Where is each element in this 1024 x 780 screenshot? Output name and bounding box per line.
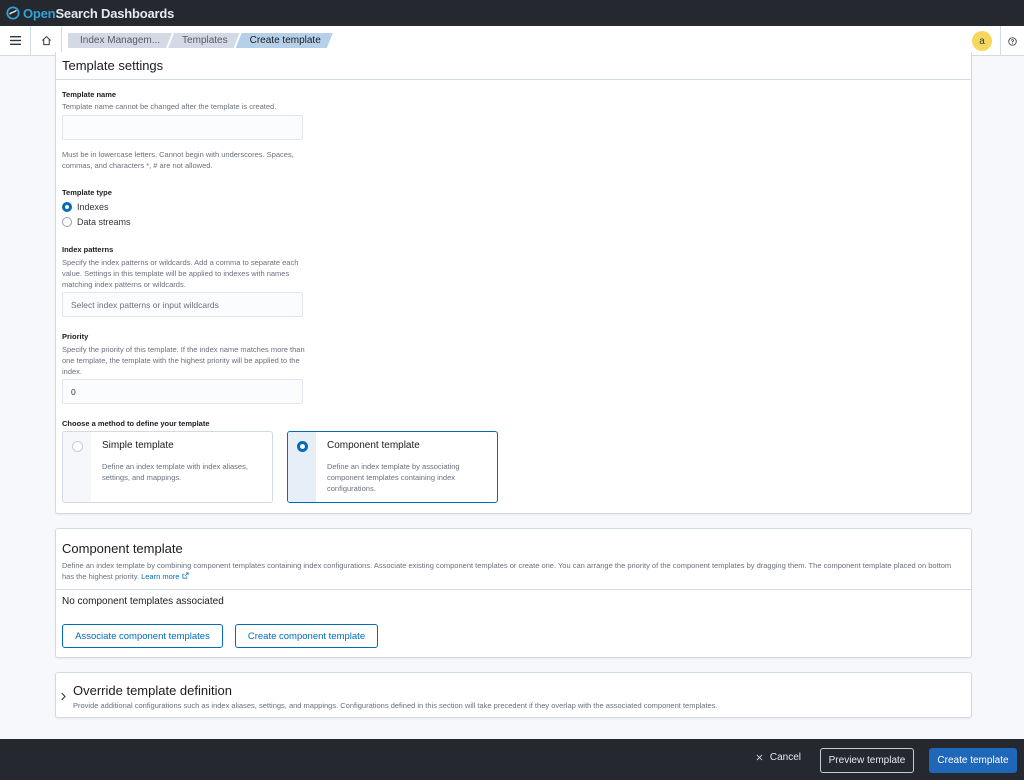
header-actions: a	[972, 26, 1024, 56]
app-title[interactable]: OpenSearch Dashboards	[23, 6, 174, 21]
breadcrumb-create-template: Create template	[236, 33, 333, 48]
divider	[56, 79, 971, 80]
template-name-input[interactable]	[62, 115, 303, 140]
opensearch-logo-icon	[6, 6, 20, 20]
menu-button[interactable]	[0, 26, 30, 56]
bottom-action-bar: Cancel Preview template Create template	[0, 739, 1024, 780]
close-icon	[756, 754, 763, 761]
top-header: OpenSearch Dashboards	[0, 0, 1024, 26]
component-template-desc-text: Define an index template by combining co…	[62, 561, 952, 581]
breadcrumb: Index Managem... Templates Create templa…	[68, 26, 329, 56]
component-template-card-desc: Define an index template by associating …	[327, 462, 460, 493]
component-template-card[interactable]: Component template Define an index templ…	[287, 431, 498, 503]
external-link-icon	[182, 572, 189, 579]
brand-rest: Search Dashboards	[55, 5, 175, 21]
radio-unselected-icon	[62, 217, 72, 227]
empty-state-text: No component templates associated	[62, 596, 224, 607]
method-label: Choose a method to define your template	[62, 419, 210, 428]
template-name-rules: Must be in lowercase letters. Cannot beg…	[62, 150, 294, 170]
index-patterns-help: Specify the index patterns or wildcards.…	[62, 258, 299, 289]
radio-data-streams[interactable]: Data streams	[62, 217, 131, 227]
template-name-label: Template name	[62, 90, 117, 99]
simple-template-card[interactable]: Simple template Define an index template…	[62, 431, 273, 503]
preview-template-button[interactable]: Preview template	[820, 748, 914, 773]
template-settings-panel: Template settings Template name Template…	[55, 52, 972, 514]
breadcrumb-index-management[interactable]: Index Managem...	[68, 33, 172, 48]
component-template-card-title: Component template	[327, 440, 420, 451]
associate-component-templates-button[interactable]: Associate component templates	[62, 624, 223, 648]
divider	[61, 25, 62, 56]
template-type-label: Template type	[62, 188, 112, 197]
index-patterns-label: Index patterns	[62, 245, 114, 254]
home-button[interactable]	[31, 26, 61, 56]
create-component-template-button[interactable]: Create component template	[235, 624, 378, 648]
radio-selected-icon	[297, 441, 308, 452]
chevron-right-icon[interactable]	[60, 692, 67, 701]
cancel-button[interactable]: Cancel	[756, 752, 801, 763]
priority-help: Specify the priority of this template. I…	[62, 345, 305, 376]
radio-data-streams-label: Data streams	[77, 217, 131, 227]
component-template-panel: Component template Define an index templ…	[55, 528, 972, 658]
learn-more-label: Learn more	[141, 572, 180, 581]
override-title: Override template definition	[73, 683, 232, 698]
index-patterns-input[interactable]: Select index patterns or input wildcards	[62, 292, 303, 317]
simple-template-desc: Define an index template with index alia…	[102, 462, 248, 482]
template-settings-title: Template settings	[62, 58, 164, 73]
component-template-title: Component template	[62, 541, 183, 556]
radio-indexes-label: Indexes	[77, 202, 109, 212]
priority-label: Priority	[62, 332, 89, 341]
breadcrumb-templates[interactable]: Templates	[168, 33, 240, 48]
help-button[interactable]	[1000, 26, 1024, 56]
cancel-label: Cancel	[769, 752, 801, 763]
override-panel[interactable]: Override template definition Provide add…	[55, 672, 972, 718]
help-icon	[1008, 36, 1017, 46]
hamburger-icon	[9, 36, 21, 45]
radio-selected-icon	[62, 202, 72, 212]
home-icon	[41, 35, 51, 46]
radio-indexes[interactable]: Indexes	[62, 202, 109, 212]
avatar[interactable]: a	[972, 31, 992, 51]
simple-template-title: Simple template	[102, 440, 174, 451]
learn-more-link[interactable]: Learn more	[141, 572, 189, 581]
brand-open: Open	[23, 5, 56, 21]
override-desc: Provide additional configurations such a…	[73, 701, 718, 710]
component-template-desc: Define an index template by combining co…	[62, 560, 962, 582]
radio-unselected-icon	[72, 441, 83, 452]
divider	[56, 589, 971, 590]
priority-input[interactable]: 0	[62, 379, 303, 404]
template-name-help: Template name cannot be changed after th…	[62, 102, 277, 111]
create-template-button[interactable]: Create template	[929, 748, 1017, 773]
